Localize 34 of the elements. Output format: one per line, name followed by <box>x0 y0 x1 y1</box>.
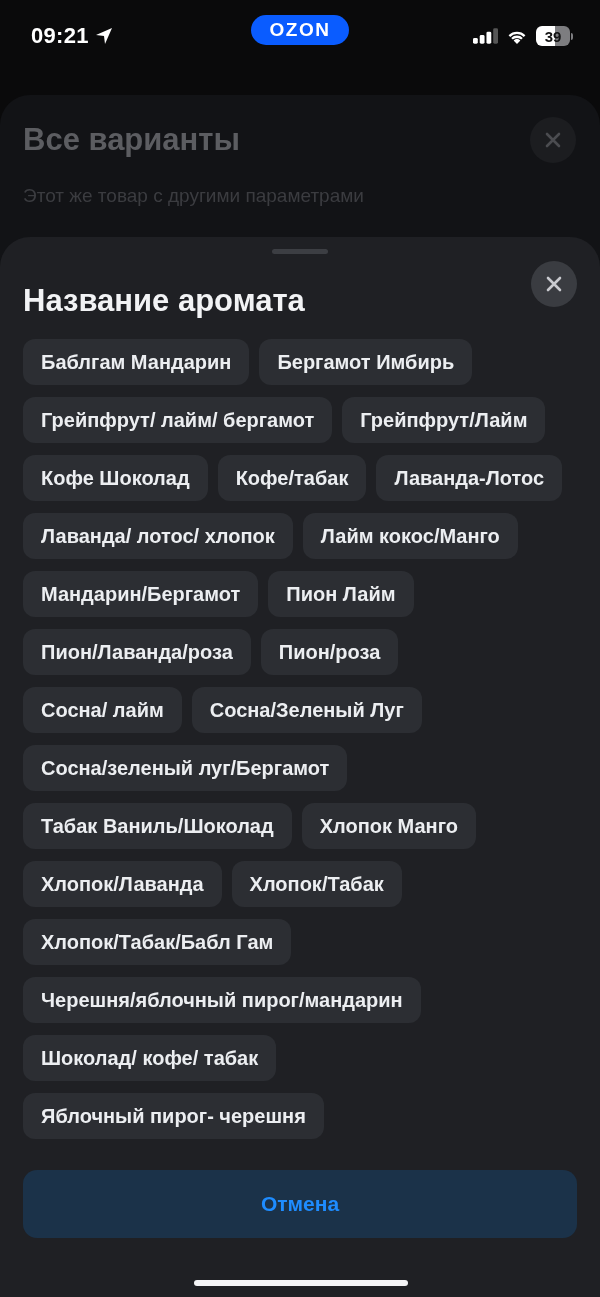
option-chip[interactable]: Сосна/зеленый луг/Бергамот <box>23 745 348 791</box>
option-chip[interactable]: Лаванда-Лотос <box>376 455 563 501</box>
option-chip[interactable]: Хлопок/Табак <box>231 861 402 907</box>
status-time: 09:21 <box>31 23 89 49</box>
option-chip[interactable]: Лайм кокос/Манго <box>302 513 518 559</box>
option-chip[interactable]: Шоколад/ кофе/ табак <box>23 1035 277 1081</box>
cancel-button[interactable]: Отмена <box>23 1170 577 1238</box>
option-chip[interactable]: Кофе/табак <box>217 455 367 501</box>
option-chip[interactable]: Лаванда/ лотос/ хлопок <box>23 513 293 559</box>
signal-icon <box>473 28 498 44</box>
close-icon[interactable] <box>531 261 577 307</box>
sheet-title: Название аромата <box>23 282 305 320</box>
drag-handle[interactable] <box>272 249 328 254</box>
app-badge: OZON <box>251 15 349 45</box>
option-chip[interactable]: Табак Ваниль/Шоколад <box>23 803 292 849</box>
option-chip[interactable]: Пион Лайм <box>268 571 414 617</box>
option-chip[interactable]: Грейпфрут/Лайм <box>342 397 546 443</box>
option-chip[interactable]: Бергамот Имбирь <box>259 339 473 385</box>
option-chip[interactable]: Хлопок/Табак/Бабл Гам <box>23 919 292 965</box>
option-chip[interactable]: Сосна/ лайм <box>23 687 182 733</box>
location-arrow-icon <box>94 27 113 45</box>
option-chip[interactable]: Черешня/яблочный пирог/мандарин <box>23 977 421 1023</box>
sheet-title: Все варианты <box>23 122 240 158</box>
option-chip[interactable]: Баблгам Мандарин <box>23 339 250 385</box>
option-chip[interactable]: Грейпфрут/ лайм/ бергамот <box>23 397 333 443</box>
option-chip[interactable]: Пион/роза <box>260 629 399 675</box>
option-chip[interactable]: Мандарин/Бергамот <box>23 571 259 617</box>
battery-indicator: 39 <box>536 26 570 46</box>
option-chip[interactable]: Хлопок/Лаванда <box>23 861 222 907</box>
option-chip[interactable]: Кофе Шоколад <box>23 455 208 501</box>
option-chip[interactable]: Яблочный пирог- черешня <box>23 1093 324 1139</box>
option-chip[interactable]: Сосна/Зеленый Луг <box>191 687 422 733</box>
option-chip[interactable]: Хлопок Манго <box>301 803 476 849</box>
option-chip[interactable]: Пион/Лаванда/роза <box>23 629 251 675</box>
